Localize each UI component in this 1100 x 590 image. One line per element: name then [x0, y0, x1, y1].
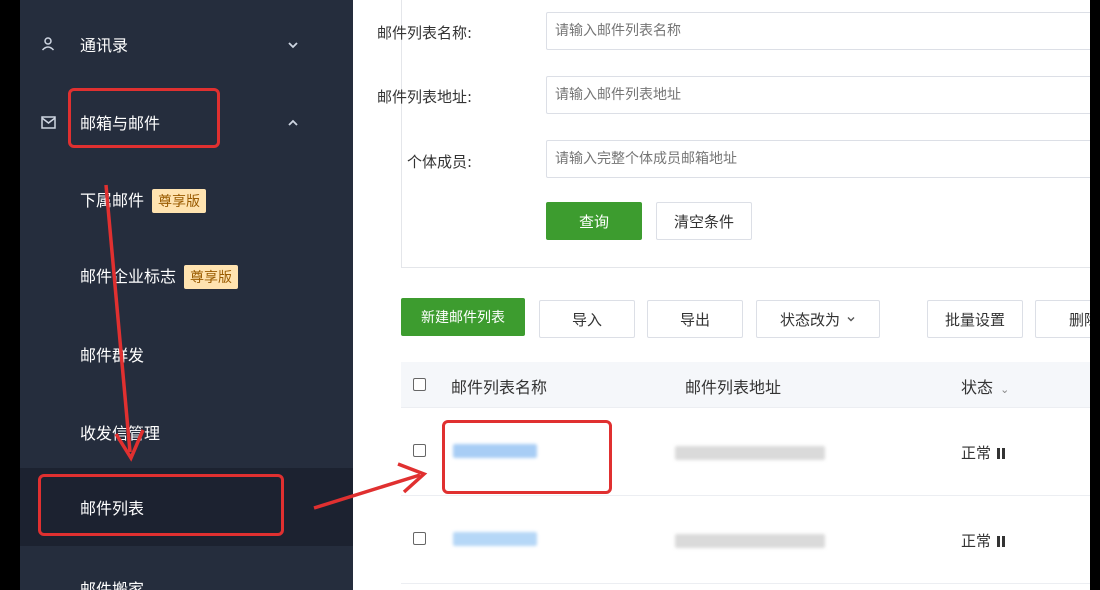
- row-checkbox[interactable]: [413, 444, 426, 457]
- annotation-box-mail-list: [38, 474, 284, 536]
- pause-icon[interactable]: [997, 536, 1001, 547]
- new-mail-list-button[interactable]: 新建邮件列表: [401, 298, 525, 336]
- chevron-down-icon: ⌄: [1000, 383, 1010, 396]
- sidebar-item-subordinate-mail[interactable]: 下属邮件 尊享版: [20, 170, 353, 230]
- sidebar-item-label: 收发信管理: [80, 424, 161, 443]
- export-button[interactable]: 导出: [647, 300, 743, 338]
- pause-icon[interactable]: [997, 448, 1001, 459]
- sidebar-item-contacts[interactable]: 通讯录: [20, 14, 353, 74]
- sidebar-item-label: 通讯录: [80, 36, 129, 55]
- sidebar-item-label: 邮件群发: [80, 346, 145, 365]
- mail-icon: [40, 114, 56, 130]
- list-address-cell: [675, 446, 825, 460]
- header-status[interactable]: 状态 ⌄: [961, 374, 1009, 398]
- chevron-down-icon: [846, 310, 856, 328]
- sidebar-item-label: 邮件企业标志: [80, 267, 177, 286]
- table-header-row: 邮件列表名称 邮件列表地址 状态 ⌄: [401, 362, 1090, 408]
- sidebar-item-mass-mail[interactable]: 邮件群发: [20, 324, 353, 384]
- annotation-box-list-entry: [442, 420, 612, 494]
- status-change-label: 状态改为: [779, 310, 840, 329]
- chevron-up-icon[interactable]: [286, 115, 300, 129]
- list-address-input[interactable]: [546, 76, 1090, 114]
- select-all-checkbox[interactable]: [413, 378, 426, 391]
- status-cell: 正常: [961, 442, 1001, 463]
- row-checkbox[interactable]: [413, 532, 426, 545]
- list-name-input[interactable]: [546, 12, 1090, 50]
- sidebar-item-mail-logo[interactable]: 邮件企业标志 尊享版: [20, 246, 353, 306]
- batch-settings-button[interactable]: 批量设置: [927, 300, 1023, 338]
- sidebar-item-send-receive[interactable]: 收发信管理: [20, 402, 353, 462]
- annotation-box-mailbox: [68, 88, 220, 148]
- sidebar-item-label: 下属邮件: [80, 191, 145, 210]
- delete-button[interactable]: 删除: [1035, 300, 1090, 338]
- status-cell: 正常: [961, 530, 1001, 551]
- premium-badge: 尊享版: [152, 189, 207, 213]
- query-button[interactable]: 查询: [546, 202, 642, 240]
- list-name-link[interactable]: [453, 532, 537, 546]
- sidebar-item-mail-migration[interactable]: 邮件搬家: [20, 558, 353, 590]
- member-filter-label: 个体成员:: [406, 153, 472, 171]
- header-address: 邮件列表地址: [685, 378, 782, 397]
- premium-badge: 尊享版: [184, 265, 239, 289]
- address-filter-label: 邮件列表地址:: [376, 88, 472, 106]
- sidebar-item-label: 邮件搬家: [80, 580, 145, 590]
- import-button[interactable]: 导入: [539, 300, 635, 338]
- name-filter-label: 邮件列表名称:: [376, 24, 472, 42]
- header-name: 邮件列表名称: [451, 378, 548, 397]
- filter-panel: 邮件列表名称: 邮件列表地址: 个体成员: 查询 清空条件: [377, 0, 1090, 268]
- main-content: 邮件列表名称: 邮件列表地址: 个体成员: 查询 清空条件 新建邮件列表 导入 …: [353, 0, 1090, 590]
- member-email-input[interactable]: [546, 140, 1090, 178]
- table-row[interactable]: 正常: [401, 496, 1090, 584]
- contacts-icon: [40, 36, 56, 52]
- list-address-cell: [675, 534, 825, 548]
- clear-filters-button[interactable]: 清空条件: [656, 202, 752, 240]
- status-change-dropdown[interactable]: 状态改为: [756, 300, 880, 338]
- chevron-down-icon[interactable]: [286, 37, 300, 51]
